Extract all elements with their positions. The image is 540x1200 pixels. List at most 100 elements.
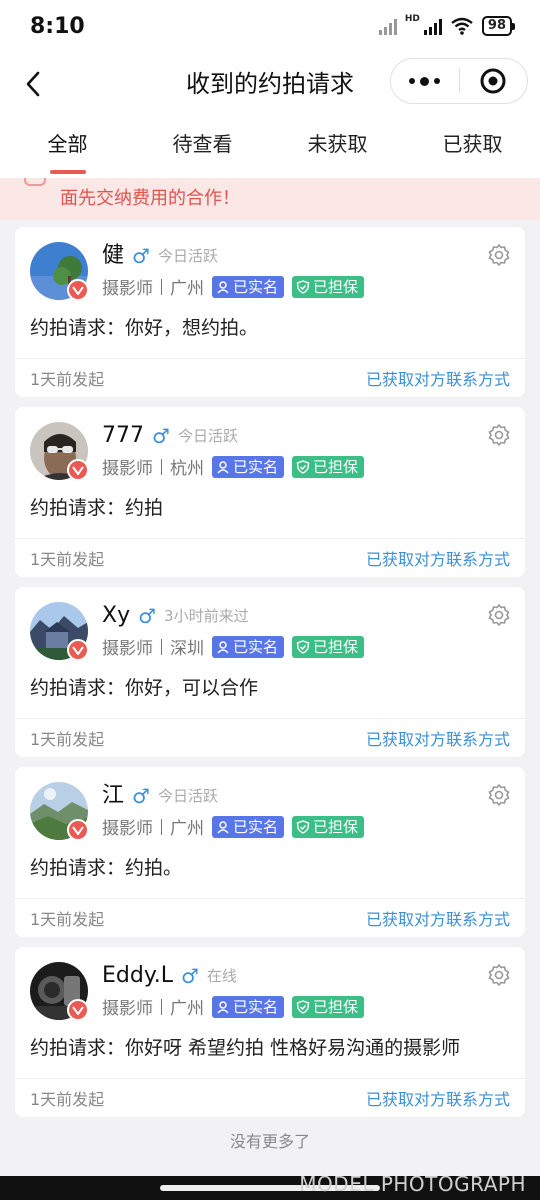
user-name: 777 <box>102 423 144 448</box>
nav-bar: 收到的约拍请求 <box>0 56 540 112</box>
verified-label: 已实名 <box>233 638 279 656</box>
no-more-text: 没有更多了 <box>229 1132 310 1151</box>
gear-icon[interactable] <box>487 963 511 987</box>
activity-status: 3小时前来过 <box>164 607 249 625</box>
shield-icon <box>296 999 310 1014</box>
meta-divider <box>161 998 162 1015</box>
notice-banner: 面先交纳费用的合作！ <box>0 178 540 220</box>
person-icon <box>217 460 229 474</box>
user-city: 广州 <box>170 819 204 839</box>
user-meta: 摄影师 深圳 已实名 已担保 <box>102 634 372 659</box>
request-card[interactable]: Xy ♂ 3小时前来过 摄影师 深圳 已实名 已担保 约拍请求：你好，可以合作 … <box>15 587 525 757</box>
contact-status-link[interactable]: 已获取对方联系方式 <box>366 366 510 390</box>
user-name-row: 健 ♂ 今日活跃 <box>102 241 218 271</box>
signal-icon-1 <box>378 17 397 35</box>
request-prefix: 约拍请求： <box>30 1037 126 1059</box>
user-meta: 摄影师 广州 已实名 已担保 <box>102 814 372 839</box>
bell-icon <box>24 178 46 186</box>
notice-text: 面先交纳费用的合作！ <box>60 188 240 209</box>
request-text: 约拍。 <box>125 857 183 879</box>
verified-label: 已实名 <box>233 278 279 296</box>
card-divider <box>15 1078 525 1079</box>
guaranteed-label: 已担保 <box>313 998 359 1016</box>
male-icon: ♂ <box>152 424 170 448</box>
user-name-row: Eddy.L ♂ 在线 <box>102 961 237 991</box>
guaranteed-tag: 已担保 <box>292 275 365 298</box>
shield-icon <box>296 639 310 654</box>
user-city: 深圳 <box>170 639 204 659</box>
request-text: 你好呀 希望约拍 性格好易沟通的摄影师 <box>125 1037 461 1059</box>
request-card[interactable]: 777 ♂ 今日活跃 摄影师 杭州 已实名 已担保 约拍请求：约拍 1天前发起 … <box>15 407 525 577</box>
contact-status-link[interactable]: 已获取对方联系方式 <box>366 1086 510 1110</box>
request-prefix: 约拍请求： <box>30 317 126 339</box>
verified-label: 已实名 <box>233 998 279 1016</box>
contact-status-link[interactable]: 已获取对方联系方式 <box>366 546 510 570</box>
user-city: 广州 <box>170 279 204 299</box>
guaranteed-label: 已担保 <box>313 458 359 476</box>
activity-status: 今日活跃 <box>157 787 218 805</box>
request-text: 你好，可以合作 <box>125 677 259 699</box>
guaranteed-tag: 已担保 <box>292 455 365 478</box>
verified-tag: 已实名 <box>212 635 285 658</box>
meta-divider <box>161 818 162 835</box>
more-button[interactable] <box>391 58 459 104</box>
user-role: 摄影师 <box>102 459 153 479</box>
request-message: 约拍请求：约拍。 <box>30 853 182 883</box>
person-icon <box>217 640 229 654</box>
shield-icon <box>296 279 310 294</box>
request-card[interactable]: 江 ♂ 今日活跃 摄影师 广州 已实名 已担保 约拍请求：约拍。 1天前发起 已… <box>15 767 525 937</box>
status-icons: HD 98 <box>378 14 516 36</box>
request-time: 1天前发起 <box>30 550 105 569</box>
user-name-row: 777 ♂ 今日活跃 <box>102 421 238 451</box>
user-role: 摄影师 <box>102 639 153 659</box>
verified-tag: 已实名 <box>212 455 285 478</box>
request-card[interactable]: 健 ♂ 今日活跃 摄影师 广州 已实名 已担保 约拍请求：你好，想约拍。 1天前… <box>15 227 525 397</box>
card-divider <box>15 358 525 359</box>
user-role: 摄影师 <box>102 999 153 1019</box>
activity-status: 今日活跃 <box>177 427 238 445</box>
user-meta: 摄影师 广州 已实名 已担保 <box>102 274 372 299</box>
gear-icon[interactable] <box>487 243 511 267</box>
guaranteed-label: 已担保 <box>313 278 359 296</box>
status-time: 8:10 <box>30 14 85 39</box>
user-name-row: Xy ♂ 3小时前来过 <box>102 601 249 631</box>
request-time: 1天前发起 <box>30 370 105 389</box>
user-city: 广州 <box>170 999 204 1019</box>
user-name-row: 江 ♂ 今日活跃 <box>102 781 218 811</box>
card-divider <box>15 538 525 539</box>
meta-divider <box>161 458 162 475</box>
meta-divider <box>161 638 162 655</box>
request-prefix: 约拍请求： <box>30 677 126 699</box>
close-miniapp-button[interactable] <box>460 58 528 104</box>
verified-tag: 已实名 <box>212 275 285 298</box>
verified-tag: 已实名 <box>212 995 285 1018</box>
tab-obtained[interactable]: 已获取 <box>405 112 540 178</box>
tab-not-obtained[interactable]: 未获取 <box>270 112 405 178</box>
contact-status-link[interactable]: 已获取对方联系方式 <box>366 906 510 930</box>
request-message: 约拍请求：你好，想约拍。 <box>30 313 258 343</box>
battery-indicator: 98 <box>481 16 516 36</box>
tab-all[interactable]: 全部 <box>0 112 135 178</box>
watermark-text: MODEL PHOTOGRAPH <box>299 1172 526 1196</box>
request-card[interactable]: Eddy.L ♂ 在线 摄影师 广州 已实名 已担保 约拍请求：你好呀 希望约拍… <box>15 947 525 1117</box>
request-time: 1天前发起 <box>30 1090 105 1109</box>
contact-status-link[interactable]: 已获取对方联系方式 <box>366 726 510 750</box>
signal-icon-2 <box>423 17 442 35</box>
card-divider <box>15 898 525 899</box>
person-icon <box>217 280 229 294</box>
male-icon: ♂ <box>138 604 157 628</box>
user-name: 健 <box>102 243 125 268</box>
shield-icon <box>296 819 310 834</box>
tab-pending[interactable]: 待查看 <box>135 112 270 178</box>
gear-icon[interactable] <box>487 783 511 807</box>
gear-icon[interactable] <box>487 423 511 447</box>
request-prefix: 约拍请求： <box>30 857 126 879</box>
request-prefix: 约拍请求： <box>30 497 126 519</box>
request-time: 1天前发起 <box>30 910 105 929</box>
person-icon <box>217 820 229 834</box>
activity-status: 在线 <box>206 967 237 985</box>
user-name: Eddy.L <box>102 963 173 988</box>
more-dots-icon <box>409 78 416 84</box>
request-message: 约拍请求：你好呀 希望约拍 性格好易沟通的摄影师 <box>30 1033 460 1063</box>
gear-icon[interactable] <box>487 603 511 627</box>
